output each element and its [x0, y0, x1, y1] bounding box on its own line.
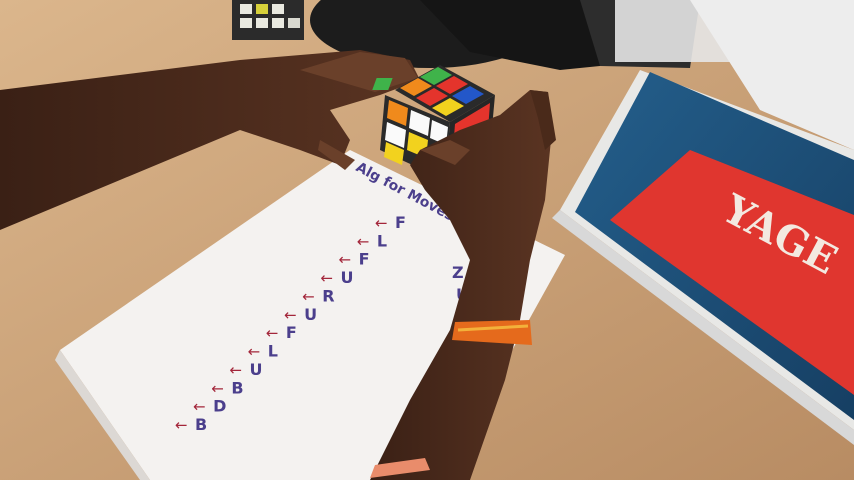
- move-letter: F: [395, 213, 406, 232]
- cube-box: [232, 0, 304, 40]
- move-arrow: ←: [175, 416, 188, 434]
- move-letter: F: [286, 323, 297, 342]
- move-arrow: ←: [211, 379, 224, 397]
- move-letter: B: [231, 378, 243, 397]
- move-letter: L: [377, 231, 387, 250]
- move-arrow: ←: [375, 214, 388, 232]
- move-letter: B: [195, 415, 207, 434]
- photo-scene: YAGE Alg for Moves ← F ← L ← F ← U ← R ← U ← F ← L ← U ← B ←…: [0, 0, 854, 480]
- move-letter: D: [213, 397, 226, 416]
- scene-drawing: YAGE Alg for Moves ← F← L← F← U← R← U← F← L← U← B←…: [0, 0, 854, 480]
- move-arrow: ←: [302, 287, 315, 305]
- move-letter-right: Z: [452, 263, 464, 282]
- move-arrow: ←: [320, 269, 333, 287]
- move-letter: U: [250, 360, 263, 379]
- move-letter: L: [268, 342, 278, 361]
- move-letter: U: [304, 305, 317, 324]
- move-arrow: ←: [230, 361, 243, 379]
- move-arrow: ←: [284, 306, 297, 324]
- move-arrow: ←: [339, 251, 352, 269]
- move-letter: F: [359, 250, 370, 269]
- move-letter: R: [322, 286, 334, 305]
- move-arrow: ←: [266, 324, 279, 342]
- move-arrow: ←: [357, 232, 370, 250]
- move-arrow: ←: [193, 398, 206, 416]
- move-arrow: ←: [248, 343, 261, 361]
- move-letter: U: [340, 268, 353, 287]
